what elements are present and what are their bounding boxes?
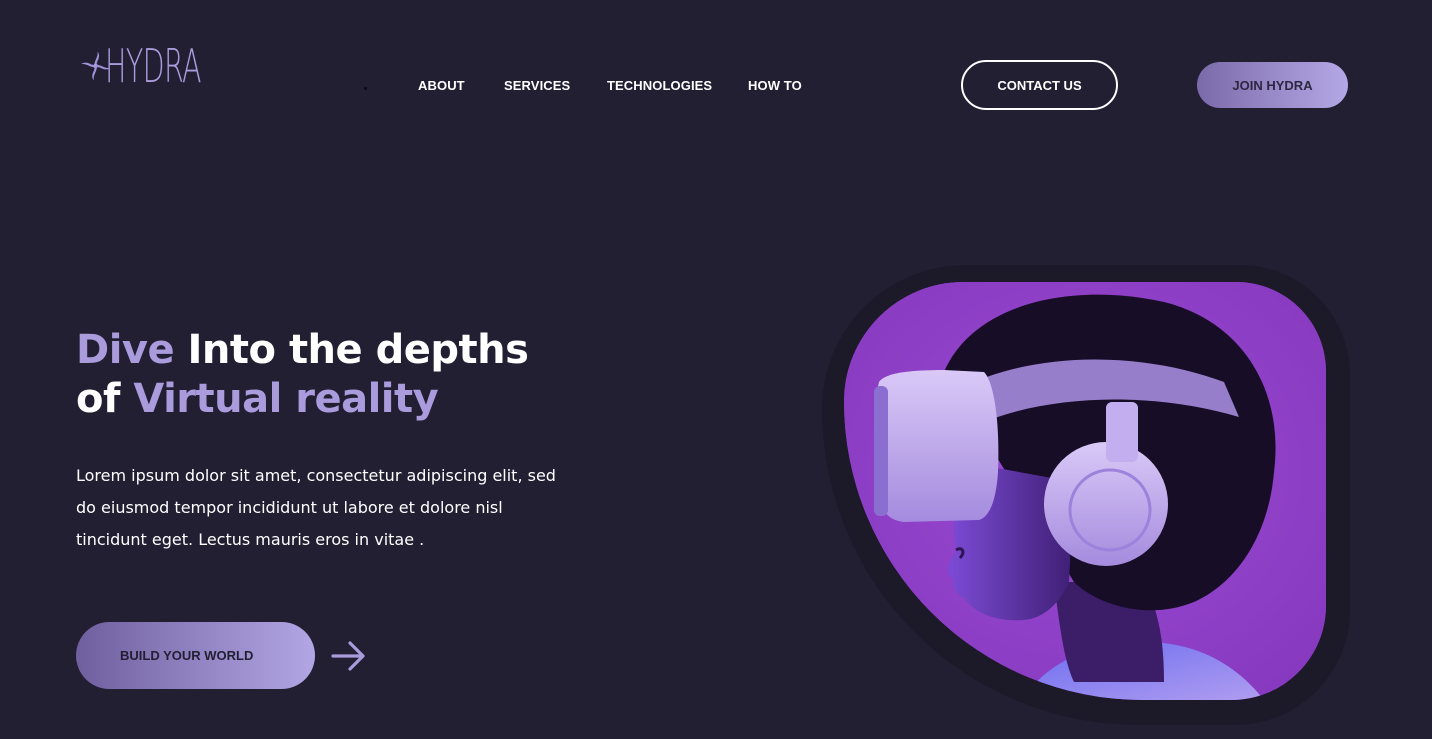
nav-item-about[interactable]: ABOUT — [418, 78, 465, 93]
hero-title-line1-rest: Into the depths — [174, 327, 529, 373]
build-your-world-button[interactable]: BUILD YOUR WORLD — [76, 622, 315, 689]
hero-title-line2-start: of — [76, 376, 134, 422]
contact-us-button[interactable]: CONTACT US — [961, 60, 1118, 110]
nav-item-technologies[interactable]: TECHNOLOGIES — [607, 78, 712, 93]
landing-page: HYDRA ABOUT SERVICES TECHNOLOGIES HOW TO… — [0, 0, 1432, 739]
hero-title-accent-vr: Virtual reality — [133, 376, 439, 422]
nav-item-services[interactable]: SERVICES — [504, 78, 570, 93]
hero-title-accent-dive: Dive — [76, 327, 175, 373]
nav-item-how-to[interactable]: HOW TO — [748, 78, 802, 93]
brand-logo[interactable]: HYDRA — [80, 18, 260, 114]
hero-description: Lorem ipsum dolor sit amet, consectetur … — [76, 466, 556, 549]
join-hydra-button[interactable]: JOIN HYDRA — [1197, 62, 1348, 108]
vr-headset-person-image — [844, 282, 1326, 700]
nav-dot — [364, 87, 367, 90]
hero-image — [844, 282, 1326, 700]
hero-title: Dive Into the depths of Virtual reality — [76, 326, 529, 424]
arrow-right-icon[interactable] — [330, 638, 368, 674]
brand-name: HYDRA — [105, 39, 202, 93]
